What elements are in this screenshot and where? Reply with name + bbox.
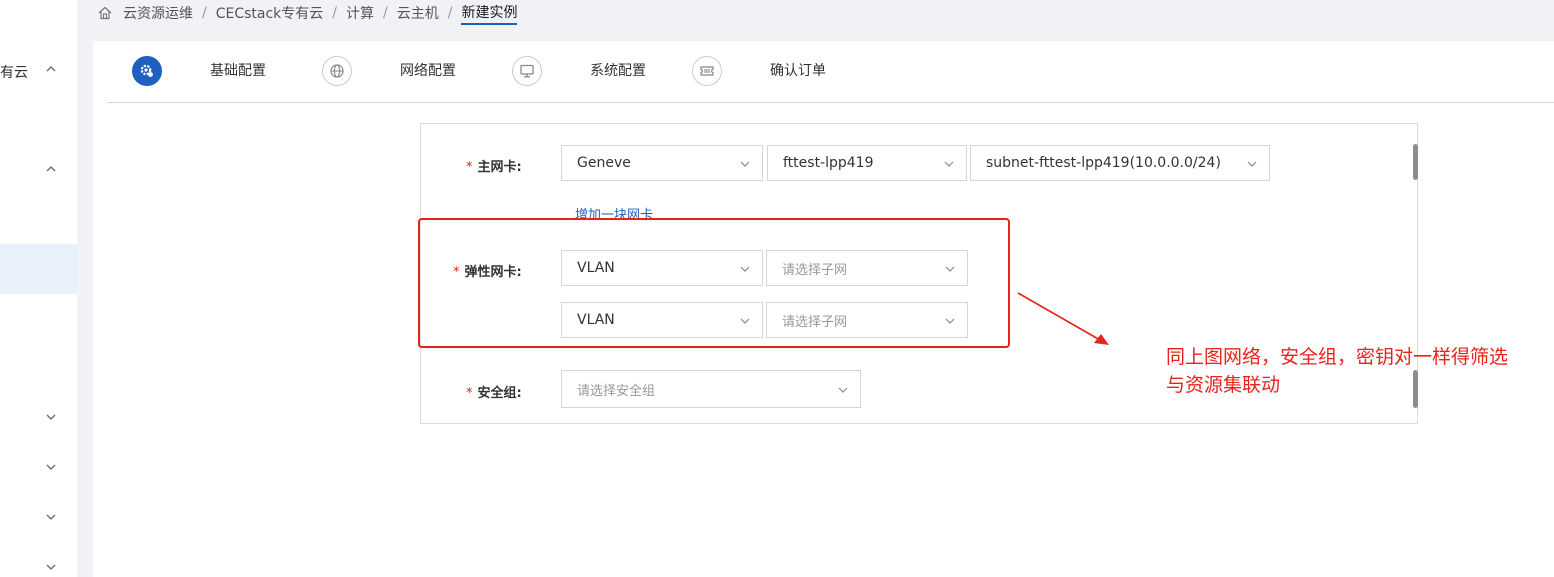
globe-icon[interactable] bbox=[322, 56, 352, 86]
step-label-confirm[interactable]: 确认订单 bbox=[770, 61, 826, 81]
required-mark: * bbox=[466, 160, 473, 175]
chevron-down-icon bbox=[942, 157, 956, 171]
security-group-select[interactable]: 请选择安全组 bbox=[561, 370, 861, 408]
home-icon[interactable] bbox=[97, 5, 113, 21]
chevron-down-icon[interactable] bbox=[44, 410, 58, 424]
primary-nic-type-select[interactable]: Geneve bbox=[561, 145, 763, 181]
monitor-icon[interactable] bbox=[512, 56, 542, 86]
sidebar: 有云 bbox=[0, 0, 77, 577]
chevron-up-icon[interactable] bbox=[44, 62, 58, 76]
annotation-line: 与资源集联动 bbox=[1166, 374, 1281, 396]
step-bar: 基础配置 网络配置 系统配置 确认订单 bbox=[107, 41, 1554, 103]
annotation-line: 同上图网络，安全组，密钥对一样得筛选 bbox=[1166, 346, 1509, 368]
sidebar-item-label[interactable]: 有云 bbox=[0, 62, 28, 82]
step-label-network[interactable]: 网络配置 bbox=[400, 61, 456, 81]
breadcrumb-separator: / bbox=[447, 5, 453, 21]
annotation-arrow-icon bbox=[1017, 292, 1109, 345]
breadcrumb-separator: / bbox=[383, 5, 388, 21]
breadcrumb: 云资源运维 / CECstack专有云 / 计算 / 云主机 / 新建实例 bbox=[97, 0, 518, 26]
step-label-system[interactable]: 系统配置 bbox=[590, 61, 646, 81]
breadcrumb-item[interactable]: 计算 bbox=[346, 3, 374, 23]
breadcrumb-current: 新建实例 bbox=[461, 2, 518, 25]
chevron-down-icon[interactable] bbox=[44, 460, 58, 474]
primary-nic-label: * 主网卡: bbox=[466, 160, 522, 175]
gear-icon[interactable] bbox=[132, 56, 162, 86]
scrollbar-thumb[interactable] bbox=[1413, 144, 1418, 180]
breadcrumb-separator: / bbox=[332, 5, 338, 21]
chevron-up-icon[interactable] bbox=[44, 162, 58, 176]
chevron-down-icon bbox=[836, 383, 850, 397]
primary-nic-network-select[interactable]: fttest-lpp419 bbox=[767, 145, 967, 181]
breadcrumb-separator: / bbox=[202, 5, 207, 21]
annotation-text: 同上图网络，安全组，密钥对一样得筛选 与资源集联动 bbox=[1166, 343, 1554, 399]
chevron-down-icon[interactable] bbox=[44, 510, 58, 524]
annotation-highlight-box bbox=[418, 218, 1010, 348]
step-label-basic[interactable]: 基础配置 bbox=[210, 61, 266, 81]
chevron-down-icon[interactable] bbox=[44, 560, 58, 574]
breadcrumb-item[interactable]: CECstack专有云 bbox=[216, 3, 324, 23]
security-group-label: * 安全组: bbox=[466, 386, 522, 401]
chevron-down-icon bbox=[1245, 157, 1259, 171]
sidebar-item-active[interactable] bbox=[0, 244, 77, 294]
chevron-down-icon bbox=[738, 157, 752, 171]
ticket-icon[interactable] bbox=[692, 56, 722, 86]
primary-nic-subnet-select[interactable]: subnet-fttest-lpp419(10.0.0.0/24) bbox=[970, 145, 1270, 181]
required-mark: * bbox=[466, 386, 473, 401]
breadcrumb-item[interactable]: 云主机 bbox=[397, 3, 439, 23]
breadcrumb-item[interactable]: 云资源运维 bbox=[123, 3, 193, 23]
